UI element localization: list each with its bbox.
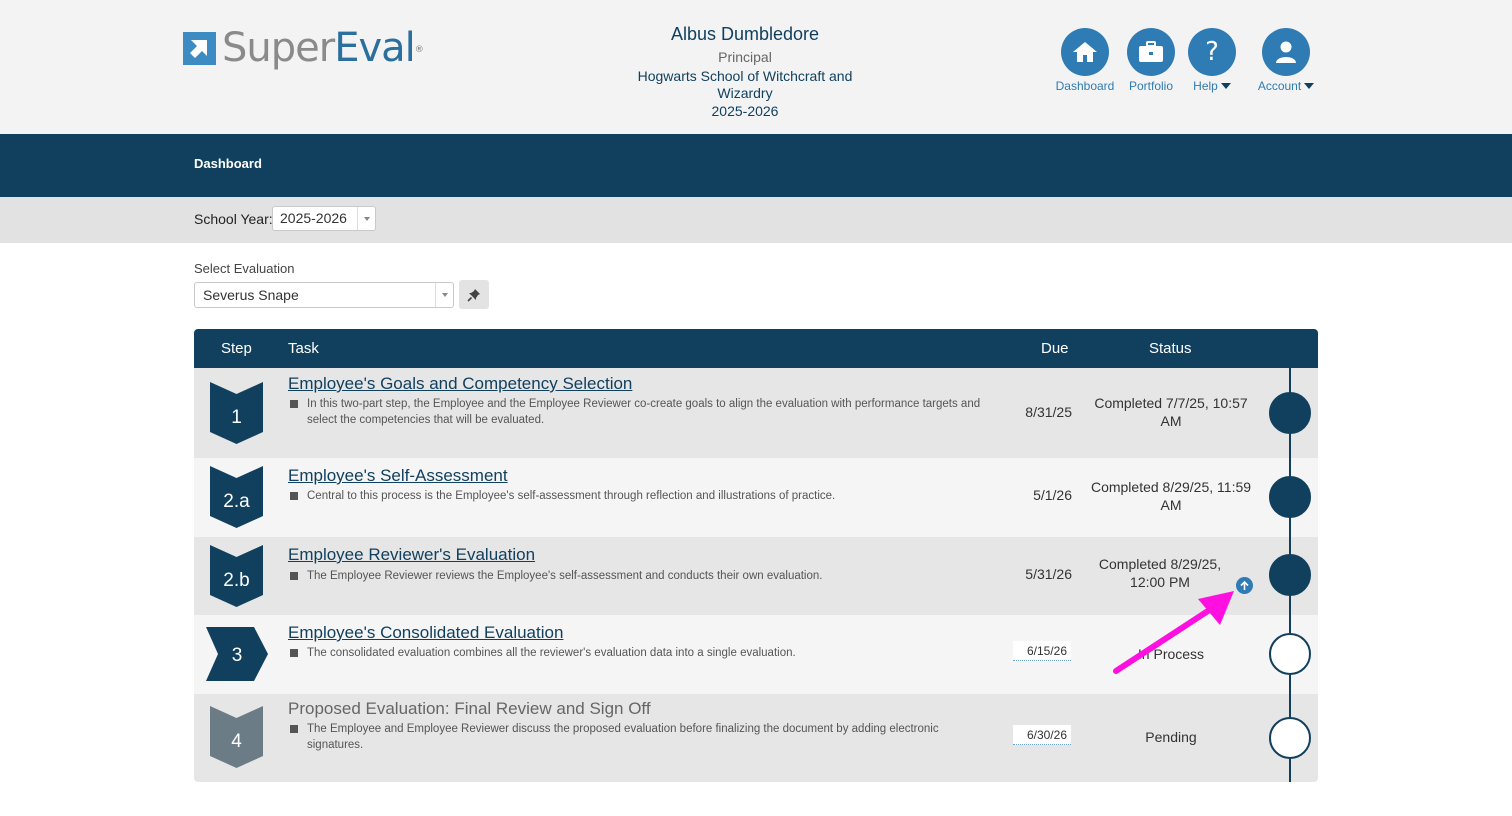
progress-node-complete	[1269, 554, 1311, 596]
step-chevron-icon: 2.a	[210, 466, 263, 528]
annotation-arrow	[1113, 591, 1234, 674]
question-icon[interactable]: ?	[1188, 28, 1236, 76]
step-chevron-icon: 4	[210, 706, 263, 768]
step-arrow-icon: 3	[206, 627, 268, 681]
table-row: 1 Employee's Goals and Competency Select…	[194, 368, 1318, 458]
evaluation-steps-table: Step Task Due Status 1 Employee's Goals …	[194, 329, 1318, 782]
user-school-year: 2025-2026	[711, 103, 779, 119]
svg-text:1: 1	[231, 407, 242, 428]
progress-node-complete	[1269, 476, 1311, 518]
status-text: Completed 8/29/25, 11:59 AM	[1090, 479, 1252, 513]
progress-node-pending	[1269, 633, 1311, 675]
task-title-link[interactable]: Employee's Consolidated Evaluation	[288, 623, 563, 643]
progress-node-complete	[1269, 392, 1311, 434]
arrow-up-icon[interactable]	[1236, 577, 1253, 594]
due-date: 5/31/26	[1025, 566, 1072, 582]
nav-portfolio[interactable]: Portfolio	[1120, 28, 1182, 93]
task-description: The Employee Reviewer reviews the Employ…	[290, 568, 990, 584]
chevron-down-icon	[1220, 83, 1231, 89]
task-description: The consolidated evaluation combines all…	[290, 645, 990, 661]
header-due: Due	[1041, 340, 1069, 357]
logo-wordmark: SuperEval®	[222, 25, 424, 71]
svg-text:2.b: 2.b	[223, 570, 249, 591]
user-info: Albus Dumbledore Principal Hogwarts Scho…	[600, 22, 890, 120]
status-text: Pending	[1145, 729, 1197, 745]
top-nav: Dashboard Portfolio ? Help Account	[1054, 28, 1318, 93]
nav-help[interactable]: ? Help	[1186, 28, 1238, 93]
school-year-bar: School Year: 2025-2026	[0, 197, 1512, 243]
header: SuperEval® Albus Dumbledore Principal Ho…	[0, 0, 1512, 134]
pin-button[interactable]	[459, 280, 489, 309]
chevron-down-icon[interactable]	[435, 283, 453, 307]
user-role: Principal	[718, 49, 772, 65]
user-name: Albus Dumbledore	[670, 24, 820, 44]
logo-mark-icon	[183, 31, 216, 65]
superEval-logo[interactable]: SuperEval®	[183, 25, 424, 71]
header-status: Status	[1149, 340, 1192, 357]
due-date-field[interactable]: 6/30/26	[1013, 725, 1071, 745]
user-icon[interactable]	[1262, 28, 1310, 76]
step-chevron-icon: 2.b	[210, 545, 263, 607]
task-title: Proposed Evaluation: Final Review and Si…	[288, 699, 651, 718]
status-text: Completed 7/7/25, 10:57 AM	[1094, 395, 1248, 429]
table-row: 4 Proposed Evaluation: Final Review and …	[194, 694, 1318, 782]
task-title-link[interactable]: Employee's Goals and Competency Selectio…	[288, 374, 632, 394]
user-school: Hogwarts School of Witchcraft and Wizard…	[637, 68, 853, 101]
task-title-link[interactable]: Employee's Self-Assessment	[288, 466, 508, 486]
main-nav-bar: Dashboard	[0, 134, 1512, 197]
svg-text:2.a: 2.a	[223, 491, 250, 512]
briefcase-icon[interactable]	[1127, 28, 1175, 76]
task-description: Central to this process is the Employee'…	[290, 488, 990, 504]
chevron-down-icon	[1304, 83, 1315, 89]
due-date-field[interactable]: 6/15/26	[1013, 641, 1071, 661]
svg-text:3: 3	[232, 645, 243, 666]
select-evaluation-dropdown[interactable]: Severus Snape	[194, 282, 454, 308]
task-title-link[interactable]: Employee Reviewer's Evaluation	[288, 545, 535, 565]
select-evaluation-label: Select Evaluation	[194, 261, 295, 276]
pin-icon	[467, 288, 480, 302]
task-description: In this two-part step, the Employee and …	[290, 396, 990, 428]
table-header: Step Task Due Status	[194, 329, 1318, 368]
due-date: 5/1/26	[1033, 487, 1072, 503]
svg-text:4: 4	[231, 731, 242, 752]
nav-account[interactable]: Account	[1254, 28, 1318, 93]
header-step: Step	[221, 340, 252, 357]
nav-tab-dashboard[interactable]: Dashboard	[194, 156, 262, 171]
task-description: The Employee and Employee Reviewer discu…	[290, 721, 990, 753]
step-chevron-icon: 1	[210, 382, 263, 444]
school-year-select[interactable]: 2025-2026	[272, 206, 376, 231]
chevron-down-icon[interactable]	[357, 207, 375, 230]
progress-node-pending	[1269, 717, 1311, 759]
home-icon[interactable]	[1061, 28, 1109, 76]
nav-dashboard[interactable]: Dashboard	[1054, 28, 1116, 93]
due-date: 8/31/25	[1025, 404, 1072, 420]
school-year-label: School Year:	[194, 211, 273, 227]
table-row: 2.a Employee's Self-Assessment Central t…	[194, 458, 1318, 537]
header-task: Task	[288, 340, 319, 357]
